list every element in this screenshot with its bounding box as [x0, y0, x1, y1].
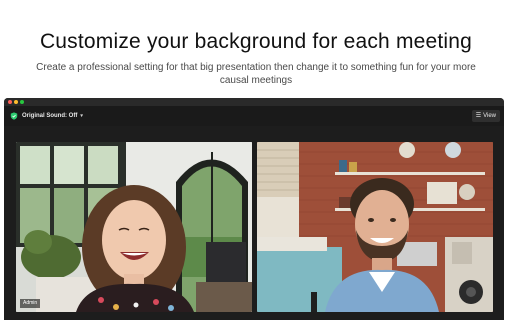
participant-video-guest[interactable]	[257, 142, 493, 312]
participant-video-admin[interactable]	[16, 142, 252, 312]
window-titlebar	[4, 98, 504, 106]
close-window-button[interactable]	[8, 100, 12, 104]
view-label: View	[483, 113, 496, 119]
meeting-window: Original Sound: Off ▾ ☰ View Admin	[4, 98, 504, 320]
page-headline: Customize your background for each meeti…	[39, 30, 473, 53]
chevron-down-icon: ▾	[80, 113, 83, 119]
maximize-window-button[interactable]	[20, 100, 24, 104]
original-sound-label: Original Sound: Off	[22, 113, 78, 119]
grid-view-icon: ☰	[475, 113, 482, 119]
video-frame	[16, 142, 252, 312]
minimize-window-button[interactable]	[14, 100, 18, 104]
meeting-toolbar: Original Sound: Off ▾ ☰ View	[4, 106, 504, 126]
view-button[interactable]: ☰ View	[471, 110, 500, 122]
video-frame	[257, 142, 493, 312]
shield-icon[interactable]	[10, 112, 18, 120]
participant-name-tag: Admin	[20, 299, 41, 308]
original-sound-toggle[interactable]: Original Sound: Off ▾	[22, 112, 83, 120]
page-subheadline: Create a professional setting for that b…	[36, 62, 476, 86]
